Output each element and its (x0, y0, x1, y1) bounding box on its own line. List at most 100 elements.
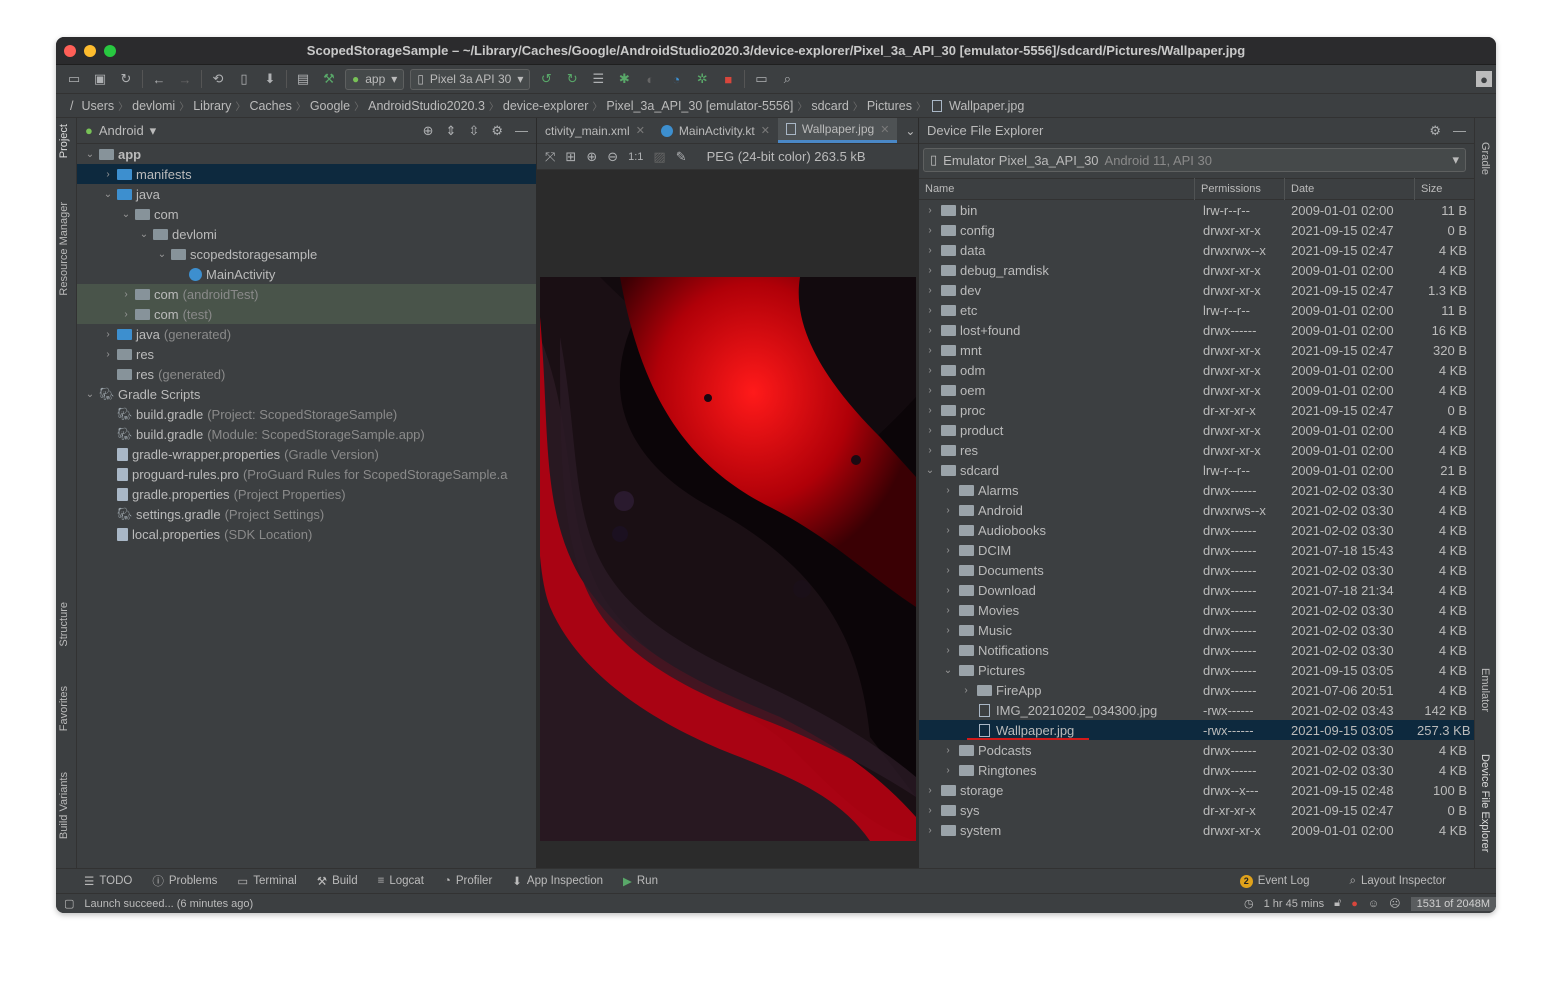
tree-item[interactable]: › com (test) (77, 304, 536, 324)
profile-icon[interactable]: ◔ (666, 69, 686, 89)
file-row[interactable]: › lost+found drwx------ 2009-01-01 02:00 16 … (919, 320, 1474, 340)
file-row[interactable]: › FireApp drwx------ 2021-07-06 20:51 4 KB (919, 680, 1474, 700)
tree-item[interactable]: ⌄ app (77, 144, 536, 164)
tab-structure[interactable]: Structure (58, 602, 70, 647)
tree-item[interactable]: res (generated) (77, 364, 536, 384)
editor-tab[interactable]: MainActivity.kt ✕ (653, 118, 778, 143)
terminal-icon[interactable]: ▭ (751, 69, 771, 89)
save-icon[interactable]: ▣ (90, 69, 110, 89)
tree-item[interactable]: › res (77, 344, 536, 364)
bottom-tab-profiler[interactable]: ◔ Profiler (444, 875, 492, 887)
tab-favorites[interactable]: Favorites (58, 686, 70, 731)
fit-zoom-icon[interactable]: ⤧ (545, 149, 555, 165)
sad-face-icon[interactable]: ☹ (1389, 897, 1400, 910)
tree-item[interactable]: ⌄ scopedstoragesample (77, 244, 536, 264)
breadcrumb-item[interactable]: Users (77, 99, 118, 113)
locate-icon[interactable]: ⊕ (423, 123, 434, 139)
file-row[interactable]: › Podcasts drwx------ 2021-02-02 03:30 4 KB (919, 740, 1474, 760)
lock-icon[interactable]: 🔓︎ (1334, 897, 1341, 910)
file-row[interactable]: IMG_20210202_034300.jpg -rwx------ 2021-02… (919, 700, 1474, 720)
tree-item[interactable]: gradle-wrapper.properties (Gradle Version… (77, 444, 536, 464)
chevron-right-icon[interactable]: › (923, 825, 937, 836)
breadcrumb-item[interactable]: Pictures (863, 99, 916, 113)
file-row[interactable]: › Notifications drwx------ 2021-02-02 03:30… (919, 640, 1474, 660)
file-row[interactable]: › sys dr-xr-xr-x 2021-09-15 02:47 0 B (919, 800, 1474, 820)
file-row[interactable]: ⌄ Pictures drwx------ 2021-09-15 03:05 4 KB (919, 660, 1474, 680)
chevron-right-icon[interactable]: › (941, 745, 955, 756)
chevron-right-icon[interactable]: › (923, 265, 937, 276)
tab-device-file-explorer[interactable]: Device File Explorer (1479, 754, 1491, 852)
chevron-down-icon[interactable]: ⌄ (941, 665, 955, 676)
breadcrumb-item[interactable]: / (66, 99, 77, 113)
chevron-right-icon[interactable]: › (941, 605, 955, 616)
breadcrumb-item[interactable]: Wallpaper.jpg (945, 99, 1028, 113)
chevron-right-icon[interactable]: › (923, 345, 937, 356)
column-header-date[interactable]: Date (1285, 178, 1415, 200)
chevron-right-icon[interactable]: › (941, 645, 955, 656)
chevron-right-icon[interactable]: › (923, 365, 937, 376)
chevron-down-icon[interactable]: ▾ (150, 123, 157, 139)
build-hammer-icon[interactable]: ⚒ (319, 69, 339, 89)
chevron-right-icon[interactable]: › (923, 225, 937, 236)
apply-changes-icon[interactable]: ↺ (536, 69, 556, 89)
tree-item[interactable]: gradle.properties (Project Properties) (77, 484, 536, 504)
memory-indicator[interactable]: 1531 of 2048M (1410, 896, 1496, 911)
file-row[interactable]: › Movies drwx------ 2021-02-02 03:30 4 KB (919, 600, 1474, 620)
chevron-right-icon[interactable]: › (101, 329, 115, 340)
bottom-tab-logcat[interactable]: ≡ Logcat (378, 875, 424, 887)
tab-project[interactable]: Project (58, 124, 70, 158)
file-row[interactable]: › proc dr-xr-xr-x 2021-09-15 02:47 0 B (919, 400, 1474, 420)
chevron-right-icon[interactable]: › (101, 349, 115, 360)
time-tracking[interactable]: 1 hr 45 mins (1264, 898, 1325, 910)
file-row[interactable]: ⌄ sdcard lrw-r--r-- 2009-01-01 02:00 21 B (919, 460, 1474, 480)
tree-item[interactable]: 🐘︎ build.gradle (Project: ScopedStorageSam… (77, 404, 536, 424)
close-icon[interactable]: ✕ (880, 123, 889, 136)
chevron-right-icon[interactable]: › (959, 685, 973, 696)
file-row[interactable]: › product drwxr-xr-x 2009-01-01 02:00 4 KB (919, 420, 1474, 440)
chevron-right-icon[interactable]: › (941, 505, 955, 516)
chevron-right-icon[interactable]: › (923, 425, 937, 436)
status-message[interactable]: Launch succeed... (6 minutes ago) (84, 898, 253, 910)
user-avatar-icon[interactable]: ● (1476, 71, 1492, 87)
tab-resource-manager[interactable]: Resource Manager (58, 202, 70, 296)
zoom-in-icon[interactable]: ⊕ (586, 149, 597, 165)
close-icon[interactable]: ✕ (636, 124, 645, 137)
tree-item[interactable]: › com (androidTest) (77, 284, 536, 304)
grid-icon[interactable]: ⊞ (565, 149, 576, 165)
chevron-down-icon[interactable]: ⌄ (119, 209, 133, 220)
breadcrumb-item[interactable]: Caches (245, 99, 295, 113)
chevron-right-icon[interactable]: › (941, 585, 955, 596)
coverage-icon[interactable]: ◐ (640, 69, 660, 89)
collapse-all-icon[interactable]: ⇳ (468, 123, 479, 139)
file-row[interactable]: › Download drwx------ 2021-07-18 21:34 4 KB (919, 580, 1474, 600)
file-row[interactable]: › res drwxr-xr-x 2009-01-01 02:00 4 KB (919, 440, 1474, 460)
chevron-right-icon[interactable]: › (923, 785, 937, 796)
chevron-right-icon[interactable]: › (941, 625, 955, 636)
layout-toggle-icon[interactable]: ▢ (64, 897, 74, 910)
file-row[interactable]: › Android drwxrws--x 2021-02-02 03:30 4 KB (919, 500, 1474, 520)
breadcrumb-item[interactable]: AndroidStudio2020.3 (364, 99, 489, 113)
chevron-right-icon[interactable]: › (923, 445, 937, 456)
hide-panel-icon[interactable]: — (515, 123, 528, 139)
file-row[interactable]: › Documents drwx------ 2021-02-02 03:30 4 KB (919, 560, 1474, 580)
device-manager-icon[interactable]: ▯ (234, 69, 254, 89)
tree-item[interactable]: ⌄ com (77, 204, 536, 224)
bottom-tab-problems[interactable]: ⓘ Problems (152, 873, 217, 889)
event-log-tab[interactable]: 2 Event Log (1239, 874, 1310, 888)
chevron-right-icon[interactable]: › (923, 405, 937, 416)
device-select[interactable]: ▯ Pixel 3a API 30 ▾ (410, 68, 531, 90)
tab-emulator[interactable]: Emulator (1479, 668, 1491, 712)
file-row[interactable]: › data drwxrwx--x 2021-09-15 02:47 4 KB (919, 240, 1474, 260)
chevron-right-icon[interactable]: › (923, 325, 937, 336)
breadcrumb-item[interactable]: Pixel_3a_API_30 [emulator-5556] (602, 99, 797, 113)
debug-icon[interactable]: ✱ (614, 69, 634, 89)
minimize-window-button[interactable] (84, 45, 96, 57)
zoom-window-button[interactable] (104, 45, 116, 57)
bottom-tab-build[interactable]: ⚒ Build (317, 874, 358, 888)
chevron-right-icon[interactable]: › (119, 309, 133, 320)
chevron-down-icon[interactable]: ⌄ (137, 229, 151, 240)
bottom-tab-todo[interactable]: ☰ TODO (84, 874, 132, 888)
editor-tab[interactable]: Wallpaper.jpg ✕ (777, 118, 898, 143)
file-row[interactable]: › etc lrw-r--r-- 2009-01-01 02:00 11 B (919, 300, 1474, 320)
tab-gradle[interactable]: Gradle (1479, 142, 1491, 175)
